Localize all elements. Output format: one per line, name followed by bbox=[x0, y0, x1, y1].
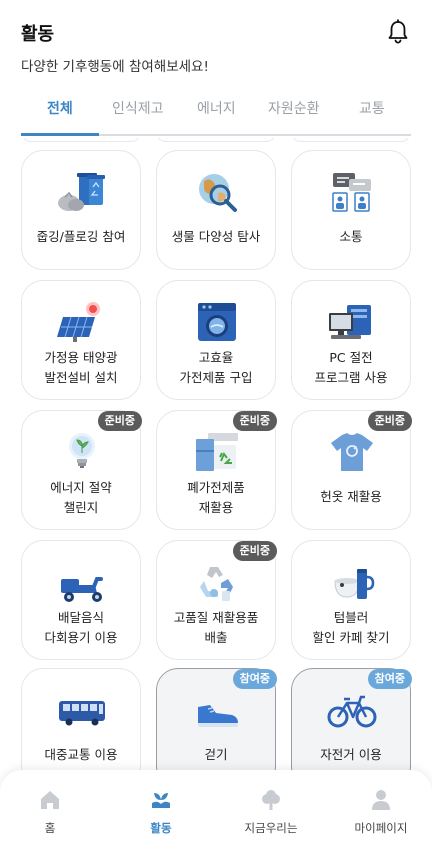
tumbler-icon bbox=[334, 569, 375, 599]
tshirt-recycle-icon bbox=[331, 433, 373, 471]
activity-label: 가정용 태양광 bbox=[44, 350, 118, 365]
activity-screen: 활동 다양한 기후행동에 참여해보세요! 전체 인식제고 에너지 자원순환 교통 bbox=[0, 0, 432, 854]
activity-label: 에너지 절약 bbox=[50, 480, 112, 495]
joined-badge: 참여중 bbox=[367, 669, 412, 689]
preparing-badge: 준비중 bbox=[232, 541, 277, 561]
activity-card-energy-challenge[interactable]: 준비중 에너지 절약 챌린지 bbox=[21, 410, 142, 530]
recycle-arrows-icon bbox=[200, 567, 233, 601]
header: 활동 다양한 기후행동에 참여해보세요! bbox=[0, 0, 432, 80]
tab-resource-recycling[interactable]: 자원순환 bbox=[268, 98, 320, 118]
activity-grid: 줍깅/플로깅 참여 생물 다양성 탐사 소통 가정용 태양광 발전설비 설치 고… bbox=[0, 138, 432, 770]
computer-icon bbox=[329, 305, 371, 339]
activity-label: 가전제품 구입 bbox=[179, 370, 253, 385]
activity-label: 자전거 이용 bbox=[320, 747, 382, 762]
appliance-recycle-icon bbox=[196, 433, 238, 471]
activity-label: 배출 bbox=[204, 630, 228, 645]
active-tab-indicator bbox=[21, 133, 99, 136]
activity-card-reusable-delivery[interactable]: 배달음식 다회용기 이용 bbox=[21, 540, 141, 660]
scrolled-card-edge bbox=[21, 138, 141, 142]
activity-label: 배달음식 bbox=[57, 610, 104, 625]
scrolled-card-edge bbox=[156, 138, 276, 142]
activity-card-solar[interactable]: 가정용 태양광 발전설비 설치 bbox=[21, 280, 141, 400]
delivery-scooter-icon bbox=[61, 577, 103, 602]
activity-label: 폐가전제품 bbox=[187, 480, 245, 495]
communication-board-icon bbox=[332, 173, 371, 212]
activity-card-plogging[interactable]: 줍깅/플로깅 참여 bbox=[21, 150, 141, 270]
shoe-icon bbox=[198, 705, 238, 727]
globe-magnifier-icon bbox=[199, 174, 237, 212]
nav-activity[interactable]: 활동 bbox=[121, 788, 201, 838]
activity-card-communication[interactable]: 소통 bbox=[291, 150, 411, 270]
activity-card-bicycle[interactable]: 참여중 자전거 이용 bbox=[291, 668, 412, 770]
tree-icon bbox=[262, 790, 280, 810]
sprout-hand-icon bbox=[152, 793, 170, 808]
activity-label: 발전설비 설치 bbox=[44, 370, 118, 385]
bell-icon[interactable] bbox=[386, 19, 410, 45]
activity-card-tumbler-cafe[interactable]: 텀블러 할인 카페 찾기 bbox=[291, 540, 411, 660]
joined-badge: 참여중 bbox=[232, 669, 277, 689]
activity-label: 챌린지 bbox=[63, 500, 99, 515]
nav-home[interactable]: 홈 bbox=[10, 788, 90, 838]
activity-card-quality-recyclables[interactable]: 준비중 고품질 재활용품 배출 bbox=[156, 540, 277, 660]
preparing-badge: 준비중 bbox=[232, 411, 277, 431]
activity-label: 재활용 bbox=[198, 500, 234, 515]
activity-card-public-transport[interactable]: 대중교통 이용 bbox=[21, 668, 141, 770]
activity-card-efficient-appliance[interactable]: 고효율 가전제품 구입 bbox=[156, 280, 276, 400]
page-title: 활동 bbox=[21, 24, 55, 45]
solar-panel-icon bbox=[57, 302, 100, 342]
activity-label: 대중교통 이용 bbox=[44, 747, 118, 762]
washing-machine-icon bbox=[198, 303, 236, 341]
activity-label: 다회용기 이용 bbox=[44, 630, 118, 645]
person-icon bbox=[372, 790, 390, 810]
home-icon bbox=[41, 791, 59, 809]
activity-label: 고품질 재활용품 bbox=[173, 610, 259, 625]
bottom-navigation: 홈 활동 지금우리는 마이페이지 bbox=[0, 770, 432, 854]
bicycle-icon bbox=[327, 695, 377, 728]
tab-awareness[interactable]: 인식제고 bbox=[112, 98, 164, 118]
nav-label: 지금우리는 bbox=[244, 821, 298, 835]
activity-label: 프로그램 사용 bbox=[314, 370, 388, 385]
activity-card-appliance-recycling[interactable]: 준비중 폐가전제품 재활용 bbox=[156, 410, 277, 530]
category-tabs: 전체 인식제고 에너지 자원순환 교통 bbox=[21, 88, 411, 136]
trash-bins-icon bbox=[58, 173, 105, 211]
activity-card-clothes-recycling[interactable]: 준비중 헌옷 재활용 bbox=[291, 410, 412, 530]
nav-label: 마이페이지 bbox=[354, 821, 408, 835]
activity-label: 소통 bbox=[339, 229, 363, 244]
bus-icon bbox=[59, 701, 105, 726]
activity-label: 생물 다양성 탐사 bbox=[171, 229, 261, 244]
tab-energy[interactable]: 에너지 bbox=[197, 98, 236, 118]
activity-label: 줍깅/플로깅 참여 bbox=[36, 229, 126, 244]
activity-card-biodiversity[interactable]: 생물 다양성 탐사 bbox=[156, 150, 276, 270]
activity-card-walking[interactable]: 참여중 걷기 bbox=[156, 668, 277, 770]
activity-card-pc-power-saving[interactable]: PC 절전 프로그램 사용 bbox=[291, 280, 411, 400]
activity-label: PC 절전 bbox=[329, 350, 373, 365]
lightbulb-icon bbox=[69, 433, 95, 468]
nav-label: 홈 bbox=[44, 821, 56, 835]
activity-label: 할인 카페 찾기 bbox=[312, 630, 390, 645]
activity-label: 텀블러 bbox=[333, 610, 369, 625]
page-subtitle: 다양한 기후행동에 참여해보세요! bbox=[21, 59, 209, 75]
scrolled-card-edge bbox=[291, 138, 411, 142]
activity-label: 헌옷 재활용 bbox=[320, 489, 382, 504]
nav-label: 활동 bbox=[150, 821, 172, 835]
nav-mypage[interactable]: 마이페이지 bbox=[341, 788, 421, 838]
preparing-badge: 준비중 bbox=[367, 411, 412, 431]
activity-label: 걷기 bbox=[204, 747, 228, 762]
tab-transport[interactable]: 교통 bbox=[359, 98, 385, 118]
nav-now-we[interactable]: 지금우리는 bbox=[231, 788, 311, 838]
activity-label: 고효율 bbox=[198, 350, 234, 365]
preparing-badge: 준비중 bbox=[97, 411, 142, 431]
tab-all[interactable]: 전체 bbox=[47, 98, 73, 118]
